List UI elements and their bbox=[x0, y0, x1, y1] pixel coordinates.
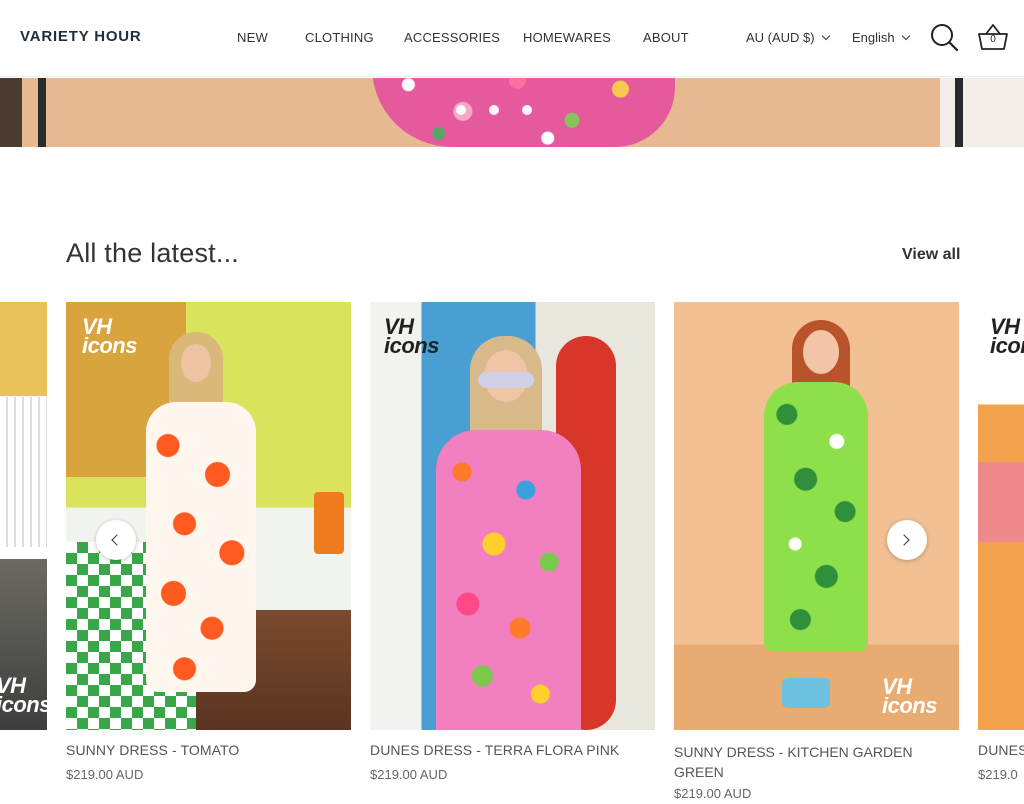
language-selector[interactable]: English bbox=[852, 30, 910, 45]
model-dress bbox=[436, 430, 581, 730]
chevron-down-icon bbox=[821, 31, 830, 41]
model-dress bbox=[764, 382, 868, 652]
site-header: VARIETY HOUR NEW CLOTHING ACCESSORIES HO… bbox=[0, 0, 1024, 77]
vh-icons-badge: VHicons bbox=[990, 314, 1024, 358]
section-title: All the latest... bbox=[66, 238, 239, 268]
vh-icons-badge: VHicons bbox=[82, 314, 137, 358]
carousel-prev-button[interactable] bbox=[96, 520, 136, 560]
image-detail bbox=[978, 462, 1024, 542]
currency-label: AU (AUD $) bbox=[746, 30, 815, 45]
vh-icons-badge: VHicons bbox=[0, 673, 47, 717]
chevron-left-icon bbox=[111, 534, 123, 546]
search-icon bbox=[931, 24, 959, 52]
product-image[interactable]: VHicons bbox=[0, 302, 47, 730]
product-name[interactable]: SUNNY DRESS - TOMATO bbox=[66, 742, 239, 758]
fence-detail bbox=[0, 397, 47, 547]
product-image[interactable]: VHicons bbox=[370, 302, 655, 730]
vh-icons-badge: VHicons bbox=[882, 674, 937, 718]
product-price: $219.0 bbox=[978, 767, 1018, 782]
nav-item-new[interactable]: NEW bbox=[237, 30, 268, 45]
orange-jug bbox=[314, 492, 344, 554]
product-price: $219.00 AUD bbox=[66, 767, 144, 782]
hero-banner[interactable] bbox=[0, 78, 1024, 147]
hero-image-detail bbox=[940, 78, 1024, 147]
hero-image-detail bbox=[38, 78, 46, 147]
nav-item-clothing[interactable]: CLOTHING bbox=[305, 30, 374, 45]
view-all-link[interactable]: View all bbox=[902, 246, 960, 264]
slide-indicators bbox=[456, 105, 546, 117]
vh-icons-badge: VHicons bbox=[384, 314, 439, 358]
model-face bbox=[181, 344, 211, 382]
slide-dot[interactable] bbox=[522, 105, 532, 115]
nav-item-accessories[interactable]: ACCESSORIES bbox=[404, 30, 500, 45]
sunglasses bbox=[478, 372, 534, 388]
product-image[interactable]: VHicons bbox=[674, 302, 959, 730]
site-logo[interactable]: VARIETY HOUR bbox=[20, 28, 142, 45]
product-price: $219.00 AUD bbox=[370, 767, 448, 782]
hero-image-detail bbox=[955, 78, 963, 147]
chevron-down-icon bbox=[901, 31, 910, 41]
cart-button[interactable]: 0 bbox=[977, 22, 1009, 52]
nav-item-homewares[interactable]: HOMEWARES bbox=[523, 30, 611, 45]
slide-dot[interactable] bbox=[456, 105, 466, 115]
chevron-right-icon bbox=[898, 534, 910, 546]
product-image[interactable]: VHicons bbox=[66, 302, 351, 730]
product-price: $219.00 AUD bbox=[674, 786, 752, 801]
product-name[interactable]: DUNES bbox=[978, 742, 1024, 758]
language-label: English bbox=[852, 30, 895, 45]
cart-count: 0 bbox=[990, 34, 996, 45]
product-name[interactable]: DUNES DRESS - TERRA FLORA PINK bbox=[370, 742, 619, 758]
model-shoes bbox=[782, 678, 830, 708]
model-face bbox=[803, 330, 839, 374]
carousel-next-button[interactable] bbox=[887, 520, 927, 560]
product-name[interactable]: SUNNY DRESS - KITCHEN GARDEN GREEN bbox=[674, 742, 934, 782]
model-dress bbox=[146, 402, 256, 692]
search-button[interactable] bbox=[929, 22, 959, 52]
product-image[interactable]: VHicons bbox=[978, 302, 1024, 730]
nav-item-about[interactable]: ABOUT bbox=[643, 30, 689, 45]
hero-image-detail bbox=[0, 78, 22, 147]
currency-selector[interactable]: AU (AUD $) bbox=[746, 30, 830, 45]
slide-dot[interactable] bbox=[489, 105, 499, 115]
